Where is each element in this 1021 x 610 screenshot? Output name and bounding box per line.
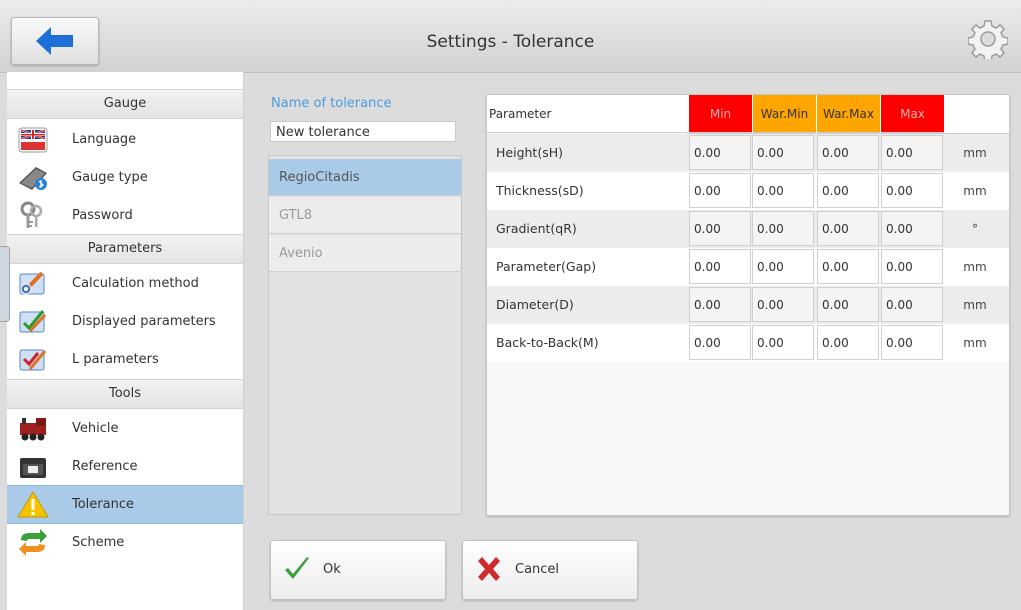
unit-label: mm bbox=[963, 146, 987, 160]
column-header-parameter: Parameter bbox=[487, 95, 687, 133]
sidebar-item-gauge-type[interactable]: Gauge type bbox=[7, 159, 243, 196]
war-max-field[interactable]: 0.00 bbox=[817, 173, 879, 208]
max-field[interactable]: 0.00 bbox=[881, 135, 943, 170]
unit-label: ° bbox=[972, 222, 978, 236]
war-min-field[interactable]: 0.00 bbox=[752, 325, 814, 360]
sidebar-item-tolerance[interactable]: Tolerance bbox=[7, 485, 243, 524]
unit-label: mm bbox=[963, 298, 987, 312]
max-field[interactable]: 0.00 bbox=[881, 211, 943, 246]
sidebar-item-label: Displayed parameters bbox=[72, 314, 216, 329]
locomotive-icon bbox=[20, 418, 46, 441]
title-bar: Settings - Tolerance bbox=[0, 0, 1021, 73]
reference-device-icon bbox=[20, 458, 46, 478]
war-max-field[interactable]: 0.00 bbox=[817, 135, 879, 170]
sidebar-item-displayed-parameters[interactable]: Displayed parameters bbox=[7, 303, 243, 340]
sidebar-item-label: Gauge type bbox=[72, 170, 148, 185]
sidebar-item-calculation-method[interactable]: Calculation method bbox=[7, 265, 243, 302]
calculation-icon bbox=[19, 271, 45, 295]
column-header-min: Min bbox=[689, 95, 752, 133]
row-label: Parameter(Gap) bbox=[496, 259, 597, 274]
cancel-button[interactable]: Cancel bbox=[462, 540, 638, 600]
sidebar-section-parameters: Parameters bbox=[7, 234, 243, 264]
war-min-field[interactable]: 0.00 bbox=[752, 211, 814, 246]
sidebar-section-gauge: Gauge bbox=[7, 89, 243, 119]
tolerance-list-item[interactable]: RegioCitadis bbox=[269, 159, 461, 196]
sidebar-item-label: Calculation method bbox=[72, 276, 199, 291]
sidebar-item-label: Vehicle bbox=[72, 421, 119, 436]
sidebar-item-vehicle[interactable]: Vehicle bbox=[7, 410, 243, 447]
ok-button-label: Ok bbox=[323, 562, 341, 577]
max-field[interactable]: 0.00 bbox=[881, 287, 943, 322]
ok-button[interactable]: Ok bbox=[270, 540, 446, 600]
table-row: Height(sH) 0.00 0.00 0.00 0.00 mm bbox=[487, 134, 1009, 172]
min-field[interactable]: 0.00 bbox=[689, 287, 751, 322]
sidebar-item-label: Language bbox=[72, 132, 137, 147]
table-row: Back-to-Back(M) 0.00 0.00 0.00 0.00 mm bbox=[487, 324, 1009, 362]
table-row: Thickness(sD) 0.00 0.00 0.00 0.00 mm bbox=[487, 172, 1009, 210]
min-field[interactable]: 0.00 bbox=[689, 211, 751, 246]
cross-icon bbox=[478, 557, 500, 581]
row-label: Back-to-Back(M) bbox=[496, 335, 599, 350]
war-min-field[interactable]: 0.00 bbox=[752, 287, 814, 322]
war-min-field[interactable]: 0.00 bbox=[752, 135, 814, 170]
uk-flag-icon bbox=[18, 127, 48, 153]
tolerance-list-item[interactable]: GTL8 bbox=[269, 197, 461, 234]
min-field[interactable]: 0.00 bbox=[689, 173, 751, 208]
sidebar-item-reference[interactable]: Reference bbox=[7, 448, 243, 485]
column-header-war-max: War.Max bbox=[817, 95, 880, 133]
cancel-button-label: Cancel bbox=[515, 562, 560, 577]
unit-label: mm bbox=[963, 184, 987, 198]
sidebar: Gauge Language Gauge type Password Param… bbox=[7, 72, 244, 610]
warning-icon bbox=[17, 491, 49, 518]
max-field[interactable]: 0.00 bbox=[881, 325, 943, 360]
tolerance-name-input[interactable]: New tolerance bbox=[270, 121, 456, 142]
row-label: Thickness(sD) bbox=[496, 183, 584, 198]
unit-label: mm bbox=[963, 336, 987, 350]
tolerance-table: Parameter Min War.Min War.Max Max Height… bbox=[486, 94, 1010, 516]
table-row: Parameter(Gap) 0.00 0.00 0.00 0.00 mm bbox=[487, 248, 1009, 286]
column-header-war-min: War.Min bbox=[753, 95, 816, 133]
column-header-unit bbox=[951, 95, 1009, 134]
checklist-l-icon bbox=[19, 349, 47, 371]
war-min-field[interactable]: 0.00 bbox=[752, 173, 814, 208]
min-field[interactable]: 0.00 bbox=[689, 249, 751, 284]
sidebar-item-label: Reference bbox=[72, 459, 138, 474]
war-max-field[interactable]: 0.00 bbox=[817, 249, 879, 284]
sidebar-item-password[interactable]: Password bbox=[7, 197, 243, 234]
sidebar-item-label: Scheme bbox=[72, 535, 125, 550]
war-min-field[interactable]: 0.00 bbox=[752, 249, 814, 284]
min-field[interactable]: 0.00 bbox=[689, 325, 751, 360]
checklist-icon bbox=[19, 310, 47, 333]
sidebar-item-l-parameters[interactable]: L parameters bbox=[7, 341, 243, 378]
war-max-field[interactable]: 0.00 bbox=[817, 211, 879, 246]
war-max-field[interactable]: 0.00 bbox=[817, 325, 879, 360]
sidebar-item-language[interactable]: Language bbox=[7, 121, 243, 158]
gear-icon[interactable] bbox=[968, 19, 1008, 59]
table-row: Gradient(qR) 0.00 0.00 0.00 0.00 ° bbox=[487, 210, 1009, 248]
sidebar-item-label: Tolerance bbox=[72, 497, 134, 512]
row-label: Gradient(qR) bbox=[496, 221, 577, 236]
sidebar-item-label: L parameters bbox=[72, 352, 159, 367]
tolerance-list: RegioCitadis GTL8 Avenio bbox=[268, 155, 462, 515]
max-field[interactable]: 0.00 bbox=[881, 249, 943, 284]
column-header-max: Max bbox=[881, 95, 944, 133]
sidebar-item-scheme[interactable]: Scheme bbox=[7, 524, 243, 561]
tolerance-list-item[interactable]: Avenio bbox=[269, 235, 461, 272]
max-field[interactable]: 0.00 bbox=[881, 173, 943, 208]
unit-label: mm bbox=[963, 260, 987, 274]
war-max-field[interactable]: 0.00 bbox=[817, 287, 879, 322]
row-label: Height(sH) bbox=[496, 145, 563, 160]
keys-icon bbox=[20, 201, 43, 228]
checkmark-icon bbox=[285, 557, 309, 579]
row-label: Diameter(D) bbox=[496, 297, 574, 312]
sidebar-section-tools: Tools bbox=[7, 379, 243, 409]
sidebar-item-label: Password bbox=[72, 208, 133, 223]
table-row: Diameter(D) 0.00 0.00 0.00 0.00 mm bbox=[487, 286, 1009, 324]
tolerance-name-label: Name of tolerance bbox=[271, 96, 392, 111]
sidebar-drawer-handle[interactable] bbox=[0, 246, 10, 322]
arrows-cycle-icon bbox=[19, 529, 47, 556]
min-field[interactable]: 0.00 bbox=[689, 135, 751, 170]
gauge-device-icon bbox=[19, 167, 47, 190]
